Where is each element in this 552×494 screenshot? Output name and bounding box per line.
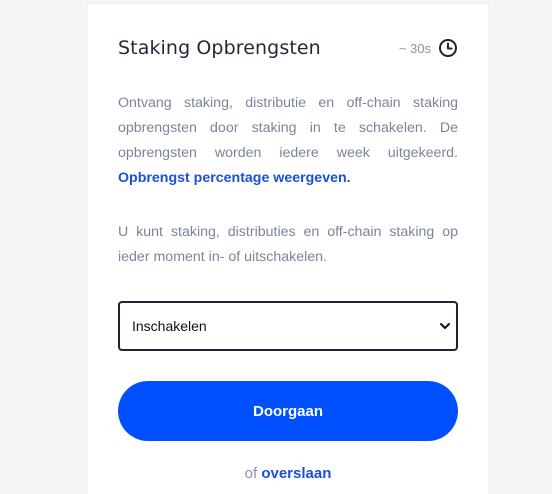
intro-text: Ontvang staking, distributie en off-chai… [118, 91, 458, 191]
staking-select[interactable]: Inschakelen [118, 301, 458, 351]
time-estimate-label: ~ 30s [398, 40, 431, 56]
staking-select-wrapper: Inschakelen [118, 301, 458, 351]
skip-line: of overslaan [88, 465, 488, 482]
intro-body: Ontvang staking, distributie en off-chai… [118, 95, 458, 161]
continue-button[interactable]: Doorgaan [118, 381, 458, 441]
or-text: of [244, 465, 258, 482]
staking-card: Staking Opbrengsten ~ 30s Ontvang stakin… [88, 4, 488, 494]
card-header: Staking Opbrengsten ~ 30s [118, 34, 458, 62]
time-estimate: ~ 30s [399, 38, 458, 58]
card-title: Staking Opbrengsten [118, 37, 321, 59]
show-rate-link[interactable]: Opbrengst percentage weergeven. [118, 170, 351, 186]
skip-link[interactable]: overslaan [261, 465, 331, 482]
clock-icon [439, 39, 457, 57]
info-text: U kunt staking, distributies en off-chai… [118, 224, 458, 265]
